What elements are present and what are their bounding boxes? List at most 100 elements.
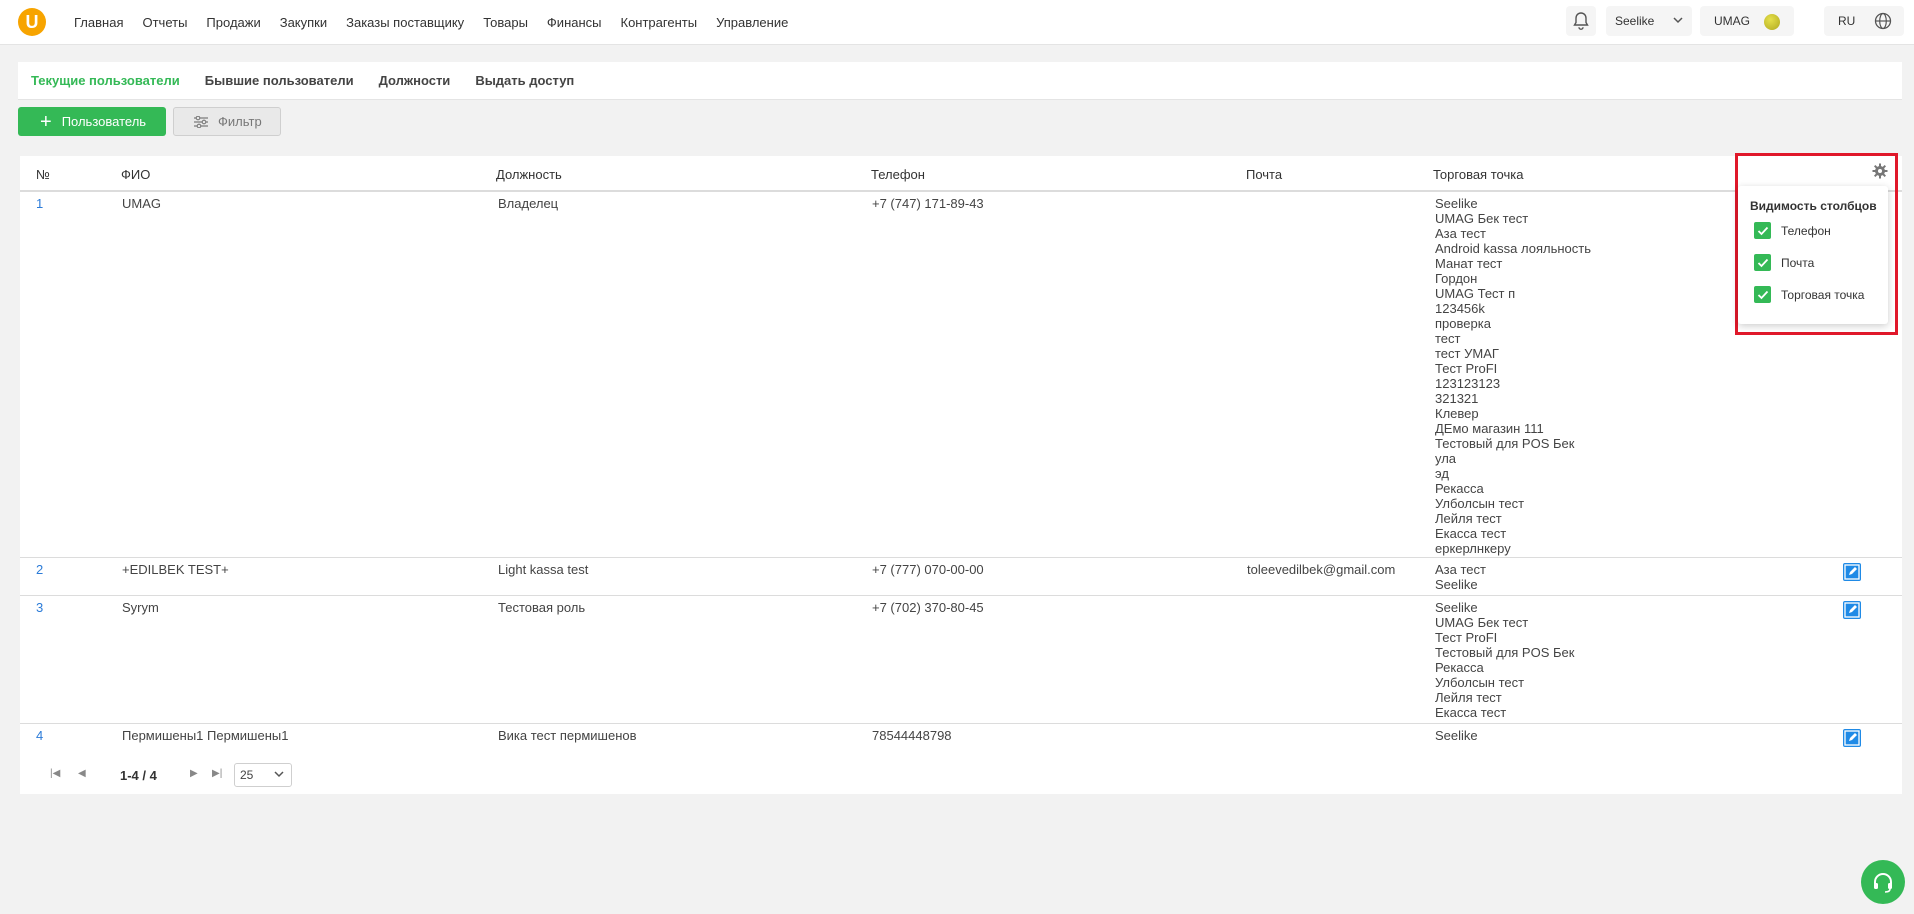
filter-button[interactable]: Фильтр [173,107,281,136]
store-name: Seelike [1435,728,1478,743]
store-name: проверка [1435,316,1491,331]
store-name: Екасса тест [1435,705,1507,720]
table-row[interactable]: 4 Пермишены1 Пермишены1 Вика тест пермиш… [20,724,1902,754]
store-name: Улболсын тест [1435,496,1525,511]
nav-item-purchases[interactable]: Закупки [280,15,327,30]
column-toggle-label: Телефон [1781,223,1831,238]
notifications-button[interactable] [1566,6,1596,36]
store-name: Клевер [1435,406,1479,421]
store-name: эд [1435,466,1449,481]
row-phone: +7 (747) 171-89-43 [872,196,984,211]
store-name: Аза тест [1435,226,1486,241]
row-full-name: Пермишены1 Пермишены1 [122,728,289,743]
add-user-button[interactable]: + Пользователь [18,107,166,136]
last-page-icon[interactable]: ▶| [212,768,222,779]
column-header-full-name[interactable]: ФИО [121,167,150,182]
support-chat-button[interactable] [1861,860,1905,904]
column-toggle-email[interactable]: Почта [1754,254,1814,271]
column-header-phone[interactable]: Телефон [871,167,925,182]
first-page-icon[interactable]: |◀ [50,768,60,779]
column-visibility-popup: Видимость столбцов Телефон Почта Торгова… [1738,186,1888,324]
checkbox-checked-icon[interactable] [1754,222,1771,239]
language-selector[interactable]: RU [1824,6,1904,36]
page-size-select[interactable]: 25 [234,763,292,787]
store-selector-value: Seelike [1615,14,1655,28]
column-header-email[interactable]: Почта [1246,167,1282,182]
tab-positions[interactable]: Должности [379,73,451,88]
store-name: Seelike [1435,600,1478,615]
users-table: № ФИО Должность Телефон Почта Торговая т… [20,156,1902,794]
prev-page-icon[interactable]: ◀ [78,768,86,779]
nav-item-counterparties[interactable]: Контрагенты [621,15,698,30]
store-name: тест УМАГ [1435,346,1499,361]
row-position: Вика тест пермишенов [498,728,637,743]
pagination: |◀ ◀ 1-4 / 4 ▶ ▶| 25 [20,762,420,788]
nav-item-sales[interactable]: Продажи [206,15,260,30]
row-position: Light kassa test [498,562,589,577]
table-row[interactable]: 2 +EDILBEK TEST+ Light kassa test +7 (77… [20,558,1902,596]
chevron-down-icon [1673,17,1683,24]
tab-current-users[interactable]: Текущие пользователи [31,73,180,88]
store-name: 123456k [1435,301,1485,316]
store-name: Лейля тест [1435,511,1502,526]
row-number: 3 [36,600,44,615]
store-name: Тестовый для POS Бек [1435,436,1575,451]
column-toggle-phone[interactable]: Телефон [1754,222,1831,239]
store-name: UMAG Бек тест [1435,615,1529,630]
row-number: 1 [36,196,44,211]
store-name: 321321 [1435,391,1479,406]
store-name: ДЕмо магазин 111 [1435,421,1544,436]
add-user-label: Пользователь [61,114,147,129]
umag-logo[interactable]: U [18,8,46,36]
table-row[interactable]: 3 Syrym Тестовая роль +7 (702) 370-80-45… [20,596,1902,724]
popup-title: Видимость столбцов [1750,199,1877,213]
next-page-icon[interactable]: ▶ [190,768,198,779]
column-header-number[interactable]: № [36,167,50,182]
nav-item-management[interactable]: Управление [716,15,788,30]
row-phone: 78544448798 [872,728,952,743]
store-name: Рекасса [1435,481,1484,496]
row-number: 4 [36,728,44,743]
row-phone: +7 (702) 370-80-45 [872,600,984,615]
nav-item-reports[interactable]: Отчеты [142,15,187,30]
main-nav: Главная Отчеты Продажи Закупки Заказы по… [74,0,807,45]
nav-item-home[interactable]: Главная [74,15,123,30]
store-name: Тест ProFI [1435,630,1498,645]
store-name: Екасса тест [1435,526,1507,541]
tab-former-users[interactable]: Бывшие пользователи [205,73,354,88]
checkbox-checked-icon[interactable] [1754,254,1771,271]
nav-item-finance[interactable]: Финансы [547,15,602,30]
column-header-store[interactable]: Торговая точка [1433,167,1523,182]
row-email: toleevedilbek@gmail.com [1247,562,1396,577]
store-name: UMAG Бек тест [1435,211,1529,226]
row-stores: Seelike UMAG Бек тест Аза тест Android k… [1435,196,1591,556]
row-position: Тестовая роль [498,600,586,615]
row-phone: +7 (777) 070-00-00 [872,562,984,577]
store-name: тест [1435,331,1461,346]
column-toggle-label: Торговая точка [1781,287,1865,302]
edit-icon[interactable] [1843,729,1861,747]
filter-label: Фильтр [218,114,262,129]
store-name: UMAG Тест п [1435,286,1516,301]
filter-sliders-icon [194,115,208,128]
edit-icon[interactable] [1843,563,1861,581]
globe-icon [1874,12,1892,30]
row-full-name: UMAG [122,196,161,211]
store-name: еркерлнкеру [1435,541,1511,556]
store-selector[interactable]: Seelike [1606,6,1692,36]
store-name: Улболсын тест [1435,675,1525,690]
edit-icon[interactable] [1843,601,1861,619]
store-name: Аза тест [1435,562,1486,577]
store-name: ула [1435,451,1457,466]
nav-item-goods[interactable]: Товары [483,15,528,30]
checkbox-checked-icon[interactable] [1754,286,1771,303]
column-toggle-store[interactable]: Торговая точка [1754,286,1864,303]
user-menu[interactable]: UMAG [1700,6,1794,36]
column-header-position[interactable]: Должность [496,167,562,182]
nav-item-supplier-orders[interactable]: Заказы поставщику [346,15,464,30]
store-name: Лейля тест [1435,690,1502,705]
tab-grant-access[interactable]: Выдать доступ [475,73,574,88]
table-row[interactable]: 1 UMAG Владелец +7 (747) 171-89-43 Seeli… [20,192,1902,558]
page-range: 1-4 / 4 [120,768,157,783]
row-full-name: +EDILBEK TEST+ [122,562,229,577]
